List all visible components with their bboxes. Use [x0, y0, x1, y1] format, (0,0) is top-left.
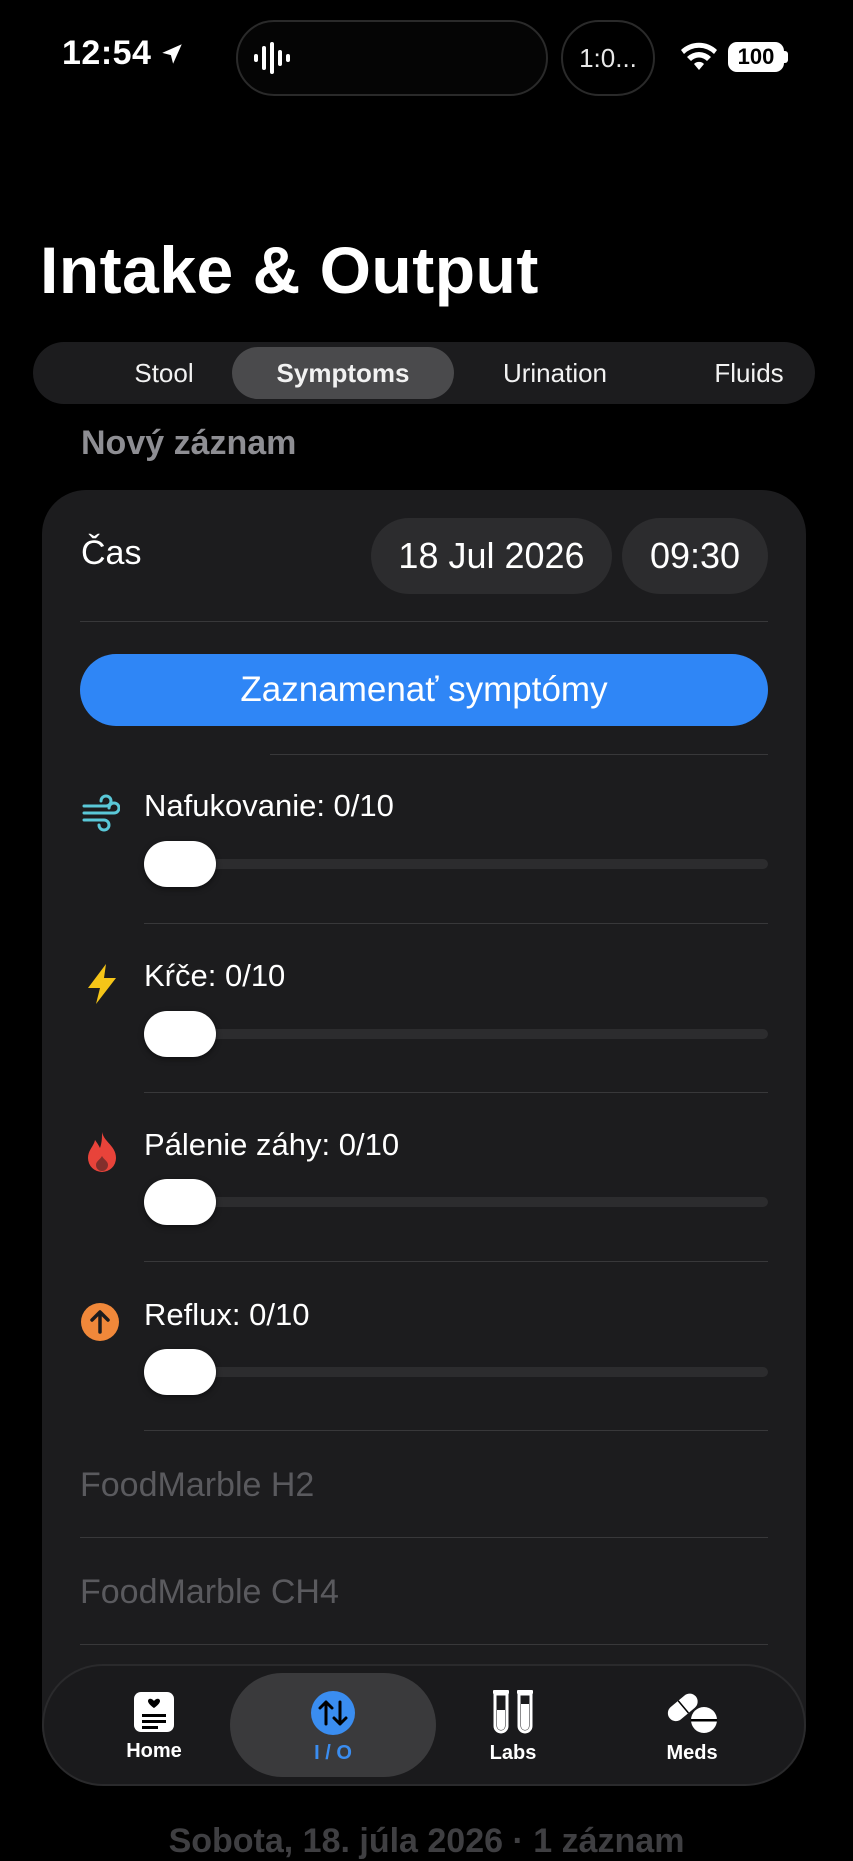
flame-icon [88, 1132, 116, 1172]
tabbar-home[interactable]: Home [104, 1690, 204, 1763]
clock: 12:54 [62, 34, 152, 72]
segmented-control: Stool Symptoms Urination Fluids [33, 342, 815, 404]
tabbar-labs[interactable]: Labs [463, 1688, 563, 1765]
time-picker[interactable]: 09:30 [622, 518, 768, 594]
record-symptoms-button[interactable]: Zaznamenať symptómy [80, 654, 768, 726]
wind-icon [82, 794, 120, 832]
divider [144, 923, 768, 924]
tab-fluids[interactable]: Fluids [652, 347, 846, 399]
bolt-icon [88, 964, 116, 1004]
home-card-icon [134, 1692, 174, 1732]
date-picker[interactable]: 18 Jul 2026 [371, 518, 612, 594]
divider [80, 621, 768, 622]
pills-icon [667, 1693, 717, 1733]
cramps-label: Kŕče: 0/10 [144, 958, 286, 993]
tabbar-meds[interactable]: Meds [642, 1688, 742, 1765]
divider [144, 1261, 768, 1262]
tabbar-io[interactable]: I / O [283, 1690, 383, 1765]
audio-wave-icon [254, 42, 290, 74]
heartburn-label: Pálenie záhy: 0/10 [144, 1127, 400, 1162]
bloating-slider-thumb[interactable] [144, 841, 216, 887]
tabbar-home-label: Home [126, 1740, 182, 1762]
foodmarble-ch4-field[interactable]: FoodMarble CH4 [80, 1573, 339, 1612]
tab-urination[interactable]: Urination [458, 347, 652, 399]
reflux-slider-track[interactable] [144, 1367, 768, 1377]
location-arrow-icon [162, 43, 183, 64]
battery-tip [784, 51, 788, 63]
battery-indicator: 100 [728, 42, 784, 72]
tabbar-meds-label: Meds [666, 1742, 718, 1764]
divider [80, 1644, 768, 1645]
divider [270, 754, 768, 755]
heartburn-slider-track[interactable] [144, 1197, 768, 1207]
heartburn-slider-thumb[interactable] [144, 1179, 216, 1225]
page-title: Intake & Output [40, 233, 539, 307]
divider [144, 1430, 768, 1431]
bloating-label: Nafukovanie: 0/10 [144, 788, 394, 823]
arrow-up-circle-icon [81, 1303, 119, 1341]
arrows-up-down-icon [311, 1691, 355, 1735]
section-label: Nový záznam [81, 424, 297, 462]
cramps-slider-thumb[interactable] [144, 1011, 216, 1057]
reflux-label: Reflux: 0/10 [144, 1297, 310, 1332]
time-label: Čas [81, 534, 142, 572]
live-activity-pill[interactable]: 1:0... [561, 20, 655, 96]
foodmarble-h2-field[interactable]: FoodMarble H2 [80, 1466, 314, 1505]
battery-level: 100 [737, 44, 775, 69]
divider [80, 1537, 768, 1538]
tabbar-io-label: I / O [314, 1742, 352, 1764]
reflux-slider-thumb[interactable] [144, 1349, 216, 1395]
divider [144, 1092, 768, 1093]
cramps-slider-track[interactable] [144, 1029, 768, 1039]
status-time: 12:54 [62, 34, 185, 73]
wifi-icon [681, 42, 717, 70]
day-summary: Sobota, 18. júla 2026 · 1 záznam [168, 1822, 685, 1860]
tabbar-labs-label: Labs [489, 1742, 537, 1764]
test-tubes-icon [493, 1690, 533, 1734]
bloating-slider-track[interactable] [144, 859, 768, 869]
tab-symptoms[interactable]: Symptoms [232, 347, 454, 399]
